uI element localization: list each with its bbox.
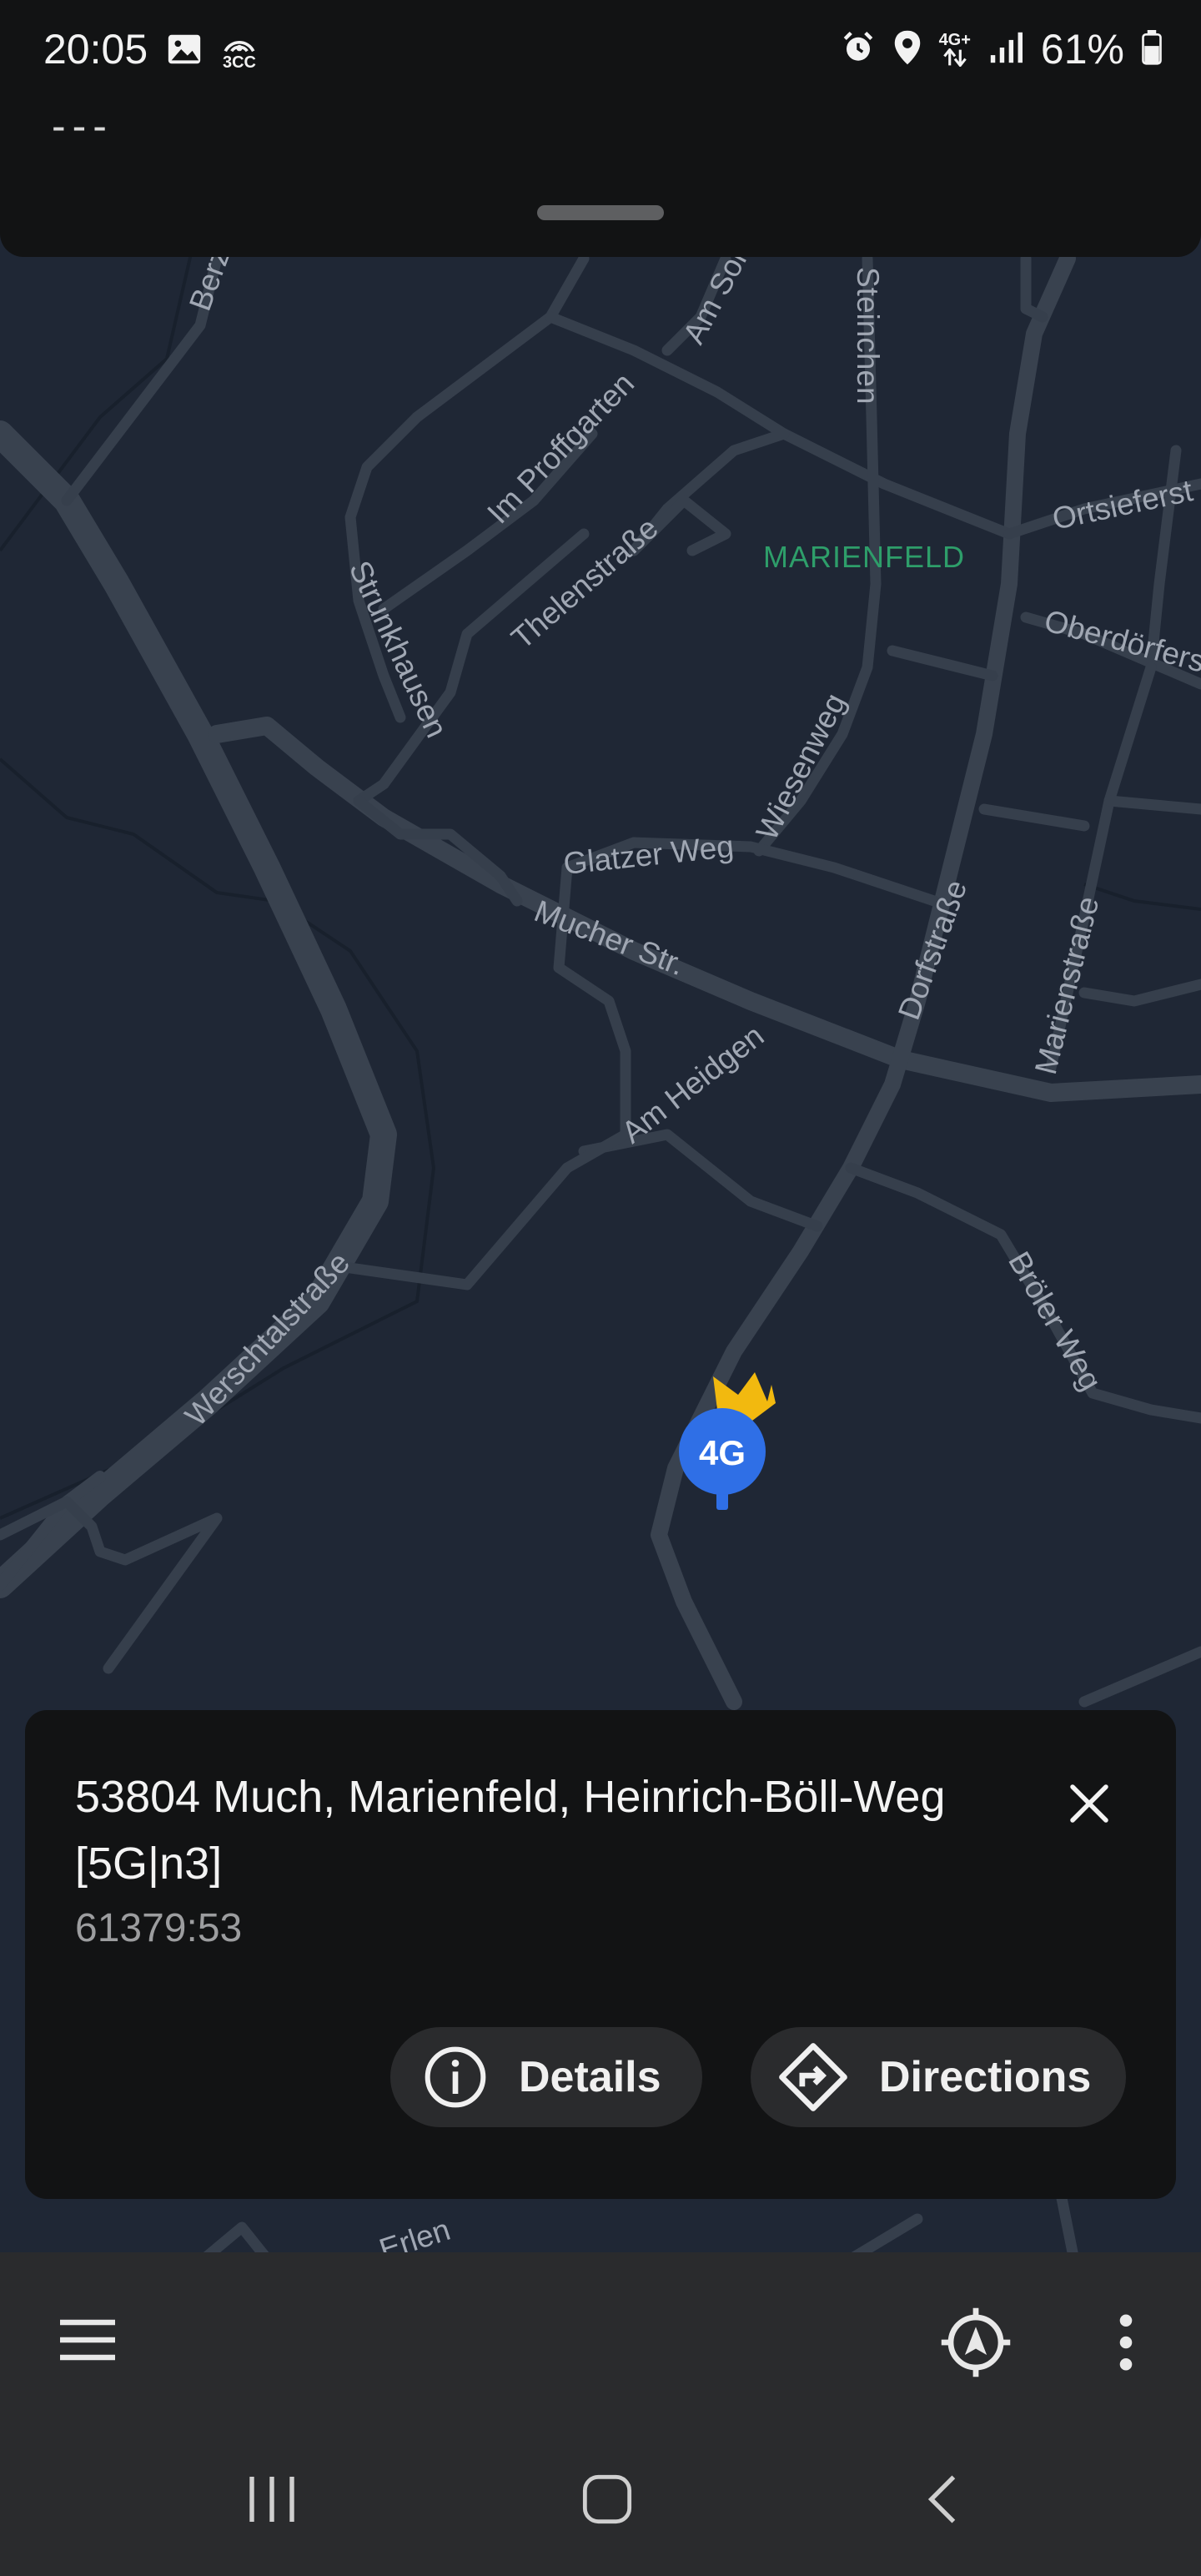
location-pin-icon — [892, 29, 922, 70]
top-sheet-value: --- — [52, 103, 113, 149]
place-label-marienfeld: MARIENFELD — [763, 540, 965, 574]
cell-id-subtitle: 61379:53 — [75, 1906, 243, 1950]
status-time: 20:05 — [43, 26, 148, 73]
menu-button[interactable] — [50, 2302, 125, 2377]
battery-icon — [1141, 29, 1163, 69]
my-location-button[interactable] — [934, 2301, 1018, 2384]
recents-icon — [249, 2477, 294, 2522]
more-options-button[interactable] — [1093, 2301, 1159, 2384]
close-icon — [1070, 1784, 1108, 1823]
close-button[interactable] — [1056, 1770, 1123, 1837]
more-vert-icon — [1119, 2314, 1133, 2371]
directions-icon — [779, 2043, 847, 2111]
street-label: Steinchen — [851, 267, 885, 405]
details-label: Details — [519, 2053, 661, 2101]
my-location-icon — [941, 2307, 1011, 2377]
network-label: 4G+ — [938, 31, 971, 49]
system-nav-bar — [0, 2424, 1201, 2576]
home-icon — [582, 2474, 632, 2524]
info-icon — [425, 2046, 486, 2108]
signal-bars-icon — [987, 31, 1024, 68]
gallery-icon — [165, 30, 204, 73]
alarm-icon — [841, 30, 876, 69]
cell-info-card: 53804 Much, Marienfeld, Heinrich-Böll-We… — [25, 1710, 1176, 2199]
status-left-icons: 3CC — [165, 30, 259, 73]
hotspot-label: 3CC — [222, 53, 256, 72]
battery-percent: 61% — [1040, 26, 1124, 73]
home-button[interactable] — [565, 2458, 649, 2541]
status-bar: 20:05 3CC 4G+ 61% — [0, 0, 1201, 108]
3cc-hotspot-icon: 3CC — [220, 33, 259, 71]
menu-icon — [60, 2319, 115, 2361]
svg-text:4G: 4G — [699, 1433, 746, 1472]
details-button[interactable]: Details — [390, 2027, 702, 2127]
cell-location-title: 53804 Much, Marienfeld, Heinrich-Böll-We… — [75, 1772, 946, 1889]
directions-label: Directions — [879, 2053, 1092, 2101]
drag-handle[interactable] — [537, 205, 664, 220]
4g-plus-data-icon: 4G+ — [939, 32, 971, 67]
status-right-icons: 4G+ 61% — [841, 25, 1163, 73]
bottom-app-bar — [0, 2252, 1201, 2424]
recents-button[interactable] — [230, 2458, 314, 2541]
back-button[interactable] — [901, 2458, 984, 2541]
back-icon — [927, 2475, 956, 2523]
directions-button[interactable]: Directions — [751, 2027, 1126, 2127]
